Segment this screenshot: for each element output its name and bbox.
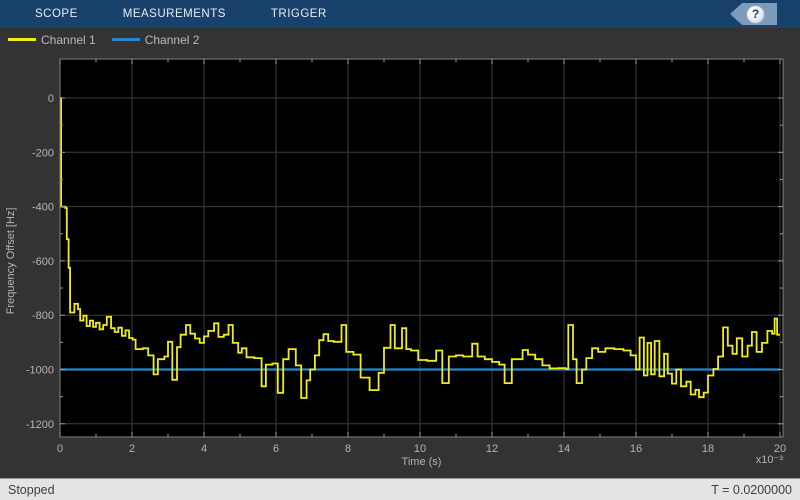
x-tick-label: 4 [201, 443, 207, 455]
x-axis-label: Time (s) [402, 456, 442, 468]
x-tick-label: 12 [486, 443, 498, 455]
y-tick-label: -400 [32, 202, 54, 214]
y-tick-label: -800 [32, 310, 54, 322]
x-tick-label: 0 [57, 443, 63, 455]
x-tick-label: 18 [702, 443, 714, 455]
y-tick-label: -200 [32, 147, 54, 159]
help-icon: ? [746, 4, 765, 24]
simulation-status: Stopped [8, 482, 55, 497]
y-tick-label: 0 [48, 93, 54, 105]
tab-trigger[interactable]: TRIGGER [271, 8, 327, 20]
channel-1-color-swatch [8, 38, 36, 41]
y-axis-label: Frequency Offset [Hz] [5, 208, 17, 315]
waveform-chart[interactable]: 0 2 4 6 8 10 12 14 16 18 200-200-400-600-800-1000-… [0, 46, 800, 478]
status-bar: Stopped T = 0.0200000 [0, 478, 800, 500]
x-tick-label: 2 [129, 443, 135, 455]
x-axis-multiplier: x10⁻³ [756, 454, 784, 466]
legend-item-channel-2[interactable]: Channel 2 [111, 32, 200, 47]
x-tick-label: 6 [273, 443, 279, 455]
tab-scope[interactable]: SCOPE [35, 8, 78, 20]
simulation-time: T = 0.0200000 [711, 482, 792, 497]
legend-label: Channel 2 [144, 32, 200, 47]
legend-item-channel-1[interactable]: Channel 1 [8, 33, 96, 47]
plot-background [60, 59, 783, 437]
toolbar: SCOPE MEASUREMENTS TRIGGER ? [0, 0, 800, 28]
channel-2-color-swatch [111, 38, 140, 41]
x-tick-label: 10 [414, 443, 426, 455]
toolbar-tabs: SCOPE MEASUREMENTS TRIGGER [0, 8, 327, 20]
y-tick-label: -1000 [26, 365, 54, 377]
help-button[interactable]: ? [730, 3, 777, 25]
y-tick-label: -600 [32, 256, 54, 268]
x-tick-label: 14 [558, 443, 570, 455]
x-tick-label: 8 [345, 443, 351, 455]
legend-label: Channel 1 [41, 32, 96, 47]
tab-measurements[interactable]: MEASUREMENTS [123, 8, 226, 20]
x-tick-label: 16 [630, 443, 642, 455]
y-tick-label: -1200 [26, 419, 54, 431]
